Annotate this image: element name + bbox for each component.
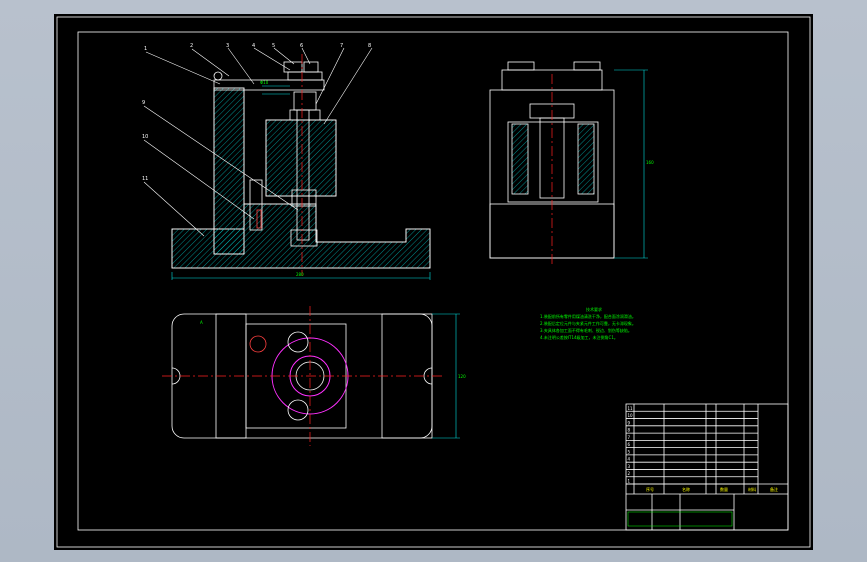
svg-text:120: 120	[458, 374, 466, 379]
top-view: 120 A	[162, 306, 466, 446]
tb-foot-2: 名称	[682, 486, 690, 492]
cad-viewport: 280 Φ10 1 2 3 4 5 6 7 8 9 10 11 160 120 …	[0, 0, 867, 562]
front-section-view: 280 Φ10	[171, 54, 431, 280]
balloon-1: 1	[144, 46, 147, 52]
svg-text:Φ10: Φ10	[260, 80, 269, 85]
balloon-5: 5	[272, 43, 275, 49]
balloon-4: 4	[252, 43, 255, 49]
balloon-10: 10	[142, 134, 148, 140]
tb-foot-3: 数量	[720, 486, 728, 492]
balloon-6: 6	[300, 43, 303, 49]
tb-row-number: 4	[628, 457, 631, 462]
tb-foot-5: 备注	[770, 486, 778, 492]
tb-row-number: 9	[628, 420, 631, 425]
technical-notes: 技术要求 1.装配前所有零件用煤油清洗干净，配合面涂润滑油。 2.装配后定位元件…	[540, 306, 636, 340]
drawing-sheet: 280 Φ10 1 2 3 4 5 6 7 8 9 10 11 160 120 …	[54, 14, 813, 550]
note-line-2: 2.装配后定位元件与夹紧元件工作可靠，无卡滞现象。	[540, 320, 636, 326]
tb-row-number: 1	[628, 479, 631, 484]
tb-row-number: 10	[628, 413, 634, 418]
front-width-dim: 280	[296, 272, 304, 277]
svg-text:A: A	[200, 320, 203, 325]
balloon-8: 8	[368, 43, 371, 49]
tb-row-number: 5	[628, 449, 631, 454]
balloon-11: 11	[142, 176, 148, 182]
svg-text:160: 160	[646, 160, 654, 165]
tb-row-number: 2	[628, 471, 631, 476]
tb-foot-4: 材料	[748, 486, 756, 492]
note-line-4: 4.未注明公差按IT14级加工，未注倒角C1。	[540, 334, 618, 340]
tb-row-number: 7	[628, 435, 631, 440]
side-view: 160	[489, 61, 654, 266]
balloon-3: 3	[226, 43, 229, 49]
balloon-2: 2	[190, 43, 193, 49]
tb-row-number: 6	[628, 442, 631, 447]
note-line-3: 3.夹具体各加工面不得有毛刺、锐边、划伤等缺陷。	[540, 327, 632, 333]
balloon-7: 7	[340, 43, 343, 49]
notes-title: 技术要求	[586, 306, 602, 312]
tb-foot-1: 序号	[646, 486, 654, 492]
balloon-9: 9	[142, 100, 145, 106]
tb-row-number: 11	[628, 406, 634, 411]
title-block: 11 10 9 8 7 6 5 4 3 2 1 序号 名称 数量 材料 备注	[625, 403, 789, 531]
drawing-canvas: 280 Φ10 1 2 3 4 5 6 7 8 9 10 11 160 120 …	[56, 16, 811, 548]
tb-row-number: 3	[628, 464, 631, 469]
tb-row-number: 8	[628, 428, 631, 433]
note-line-1: 1.装配前所有零件用煤油清洗干净，配合面涂润滑油。	[540, 313, 636, 319]
outer-frame	[56, 16, 811, 548]
